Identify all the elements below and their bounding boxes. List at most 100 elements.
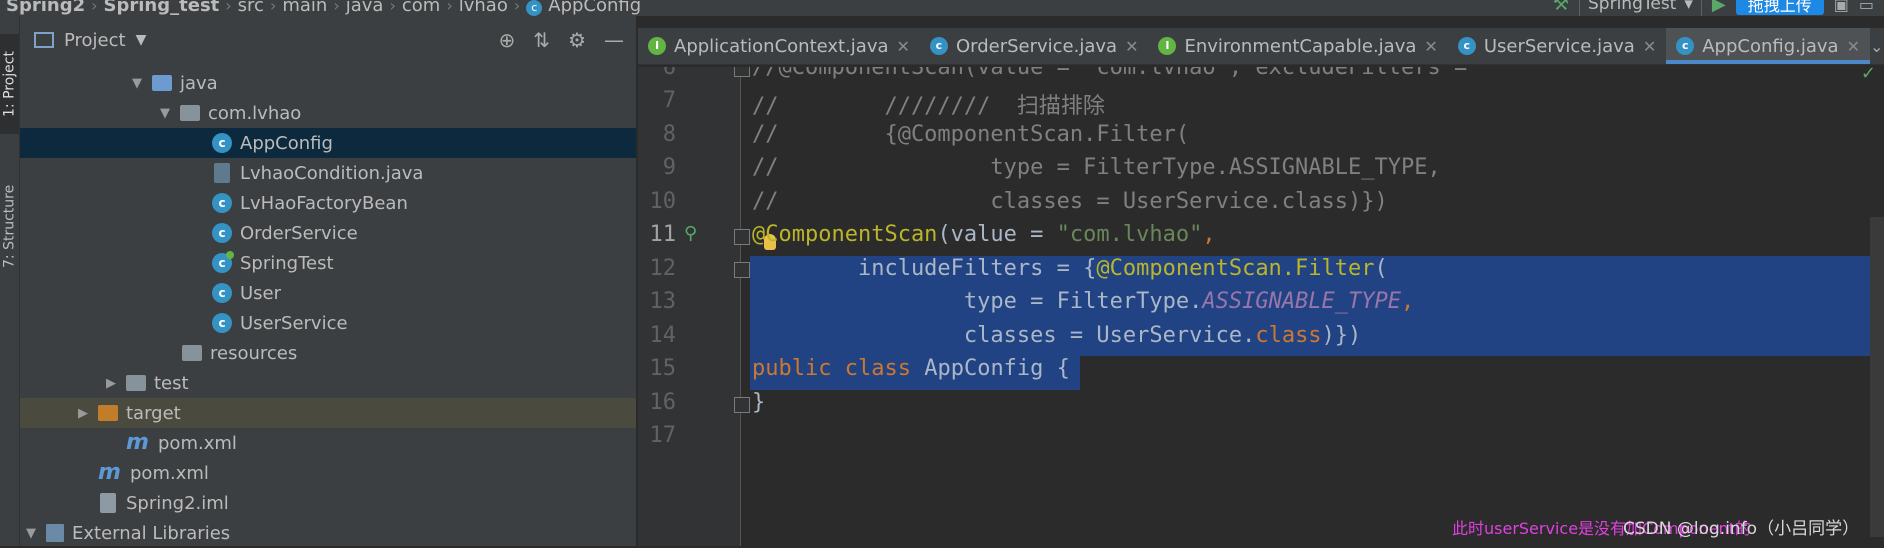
run-config-label: SpringTest: [1588, 0, 1677, 14]
tree-item-orderservice[interactable]: c OrderService: [20, 218, 636, 248]
tool-window-strip: 1: Project 7: Structure: [0, 16, 20, 546]
code-line: // type = FilterType.ASSIGNABLE_TYPE,: [752, 155, 1441, 180]
tree-item-springtest[interactable]: c SpringTest: [20, 248, 636, 278]
breadcrumb-item[interactable]: java: [340, 0, 390, 16]
hide-minus-icon[interactable]: —: [604, 28, 624, 52]
breadcrumb-item[interactable]: com: [396, 0, 446, 16]
layout-icon[interactable]: ▣: [1834, 0, 1849, 14]
tree-item-label: AppConfig: [240, 132, 333, 154]
tree-item-label: test: [154, 372, 189, 394]
code-line: //@ComponentScan(value = "com.lvhao", ex…: [752, 67, 1468, 80]
tree-item-userservice[interactable]: c UserService: [20, 308, 636, 338]
tree-item-label: java: [180, 72, 218, 94]
breadcrumb-item[interactable]: main: [276, 0, 333, 16]
fold-marker-icon[interactable]: [734, 397, 750, 413]
close-icon[interactable]: ✕: [1847, 37, 1860, 56]
tree-item-resources[interactable]: resources: [20, 338, 636, 368]
line-number: 8: [662, 122, 676, 147]
folder-icon: [126, 375, 146, 391]
tabs-dropdown-icon[interactable]: ⌄: [1870, 37, 1883, 56]
tab-structure-tool[interactable]: 7: Structure: [0, 166, 19, 286]
close-icon[interactable]: ✕: [1424, 37, 1437, 56]
tab-appconfig[interactable]: c AppConfig.java ✕: [1666, 28, 1870, 64]
class-icon: c: [212, 283, 232, 303]
project-view-select[interactable]: Project ▼: [34, 30, 146, 51]
breadcrumb: Spring2 › Spring_test › src › main › java › c…: [0, 0, 647, 16]
expanded-arrow-icon[interactable]: ▼: [24, 526, 38, 541]
tree-item-label: pom.xml: [158, 432, 237, 454]
close-icon[interactable]: ✕: [1125, 37, 1138, 56]
tab-label: AppConfig.java: [1702, 35, 1839, 57]
tab-label: EnvironmentCapable.java: [1184, 35, 1417, 57]
class-icon: c: [212, 313, 232, 333]
fold-marker-icon[interactable]: [734, 229, 750, 245]
module-file-icon: [100, 493, 116, 513]
tree-item-label: Spring2.iml: [126, 492, 229, 514]
fold-marker-icon[interactable]: [734, 262, 750, 278]
tree-item-appconfig[interactable]: c AppConfig: [20, 128, 636, 158]
close-icon[interactable]: ✕: [1643, 37, 1656, 56]
code-line: @ComponentScan(value = "com.lvhao",: [752, 222, 1216, 247]
tree-item-pom-xml[interactable]: m pom.xml: [20, 428, 636, 458]
tab-environmentcapable[interactable]: I EnvironmentCapable.java ✕: [1148, 28, 1447, 64]
editor-scrollbar[interactable]: [1870, 217, 1884, 537]
breadcrumb-item[interactable]: src: [232, 0, 270, 16]
tab-project-tool[interactable]: 1: Project: [0, 34, 19, 134]
interface-icon: I: [648, 37, 666, 55]
tree-item-label: com.lvhao: [208, 102, 302, 124]
run-play-icon[interactable]: ▶: [1712, 0, 1726, 15]
chevron-down-icon: ▼: [135, 32, 147, 48]
java-file-icon: [214, 163, 230, 183]
code-line: includeFilters = {@ComponentScan.Filter(: [752, 256, 1388, 281]
breadcrumb-label: AppConfig: [548, 0, 642, 16]
tree-item-lvhaocondition[interactable]: LvhaoCondition.java: [20, 158, 636, 188]
code-editor[interactable]: 6 7 8 9 10 11 12 13 14 15 16 17 ⚲ ✓ //@C…: [638, 67, 1884, 546]
collapsed-arrow-icon[interactable]: ▶: [104, 376, 118, 391]
source-folder-icon: [152, 75, 172, 91]
close-icon[interactable]: ✕: [897, 37, 910, 56]
tree-item-label: LvHaoFactoryBean: [240, 192, 408, 214]
build-hammer-icon[interactable]: ⚒: [1553, 0, 1569, 15]
run-configuration-select[interactable]: SpringTest ▾: [1579, 0, 1702, 16]
navigation-bar: Spring2 › Spring_test › src › main › java › c…: [0, 0, 1884, 16]
expanded-arrow-icon[interactable]: ▼: [158, 106, 172, 121]
tree-item-label: pom.xml: [130, 462, 209, 484]
watermark: CSDN @log.info（小吕同学）: [1623, 519, 1860, 539]
tree-item-user[interactable]: c User: [20, 278, 636, 308]
fold-marker-icon[interactable]: [734, 67, 750, 77]
code-line: classes = UserService.class)}): [752, 323, 1362, 348]
expanded-arrow-icon[interactable]: ▼: [130, 76, 144, 91]
tab-orderservice[interactable]: c OrderService.java ✕: [920, 28, 1149, 64]
gear-icon[interactable]: ⚙: [568, 28, 586, 52]
tree-item-external-libraries[interactable]: ▼ External Libraries: [20, 518, 636, 548]
tree-item-test[interactable]: ▶ test: [20, 368, 636, 398]
breadcrumb-item[interactable]: lvhao: [453, 0, 514, 16]
line-number: 17: [649, 423, 677, 448]
breadcrumb-item[interactable]: Spring2: [0, 0, 91, 16]
code-line: type = FilterType.ASSIGNABLE_TYPE,: [752, 289, 1415, 314]
tree-item-pom-xml-root[interactable]: m pom.xml: [20, 458, 636, 488]
excluded-folder-icon: [98, 405, 118, 421]
tree-item-iml[interactable]: Spring2.iml: [20, 488, 636, 518]
tree-item-label: SpringTest: [240, 252, 334, 274]
tree-item-target[interactable]: ▶ target: [20, 398, 636, 428]
breadcrumb-item-current[interactable]: c AppConfig: [520, 0, 647, 16]
maven-icon: m: [126, 430, 149, 455]
line-number: 16: [649, 390, 677, 415]
tab-applicationcontext[interactable]: I ApplicationContext.java ✕: [638, 28, 920, 64]
terminal-icon[interactable]: ▭: [1859, 0, 1874, 14]
code-line: }: [752, 390, 766, 415]
locate-target-icon[interactable]: ⊕: [499, 28, 516, 52]
upload-button[interactable]: 拖拽上传: [1735, 0, 1824, 15]
collapse-all-icon[interactable]: ⇅: [533, 28, 550, 52]
tab-structure-label: 7: Structure: [1, 184, 18, 268]
collapsed-arrow-icon[interactable]: ▶: [76, 406, 90, 421]
maven-icon: m: [98, 460, 121, 485]
tree-item-label: LvhaoCondition.java: [240, 162, 424, 184]
tab-userservice[interactable]: c UserService.java ✕: [1448, 28, 1666, 64]
line-number: 13: [649, 289, 677, 314]
tree-item-lvhaofactorybean[interactable]: c LvHaoFactoryBean: [20, 188, 636, 218]
line-number: 7: [662, 88, 676, 113]
spring-bean-gutter-icon[interactable]: ⚲: [684, 223, 697, 244]
breadcrumb-item[interactable]: Spring_test: [98, 0, 226, 16]
